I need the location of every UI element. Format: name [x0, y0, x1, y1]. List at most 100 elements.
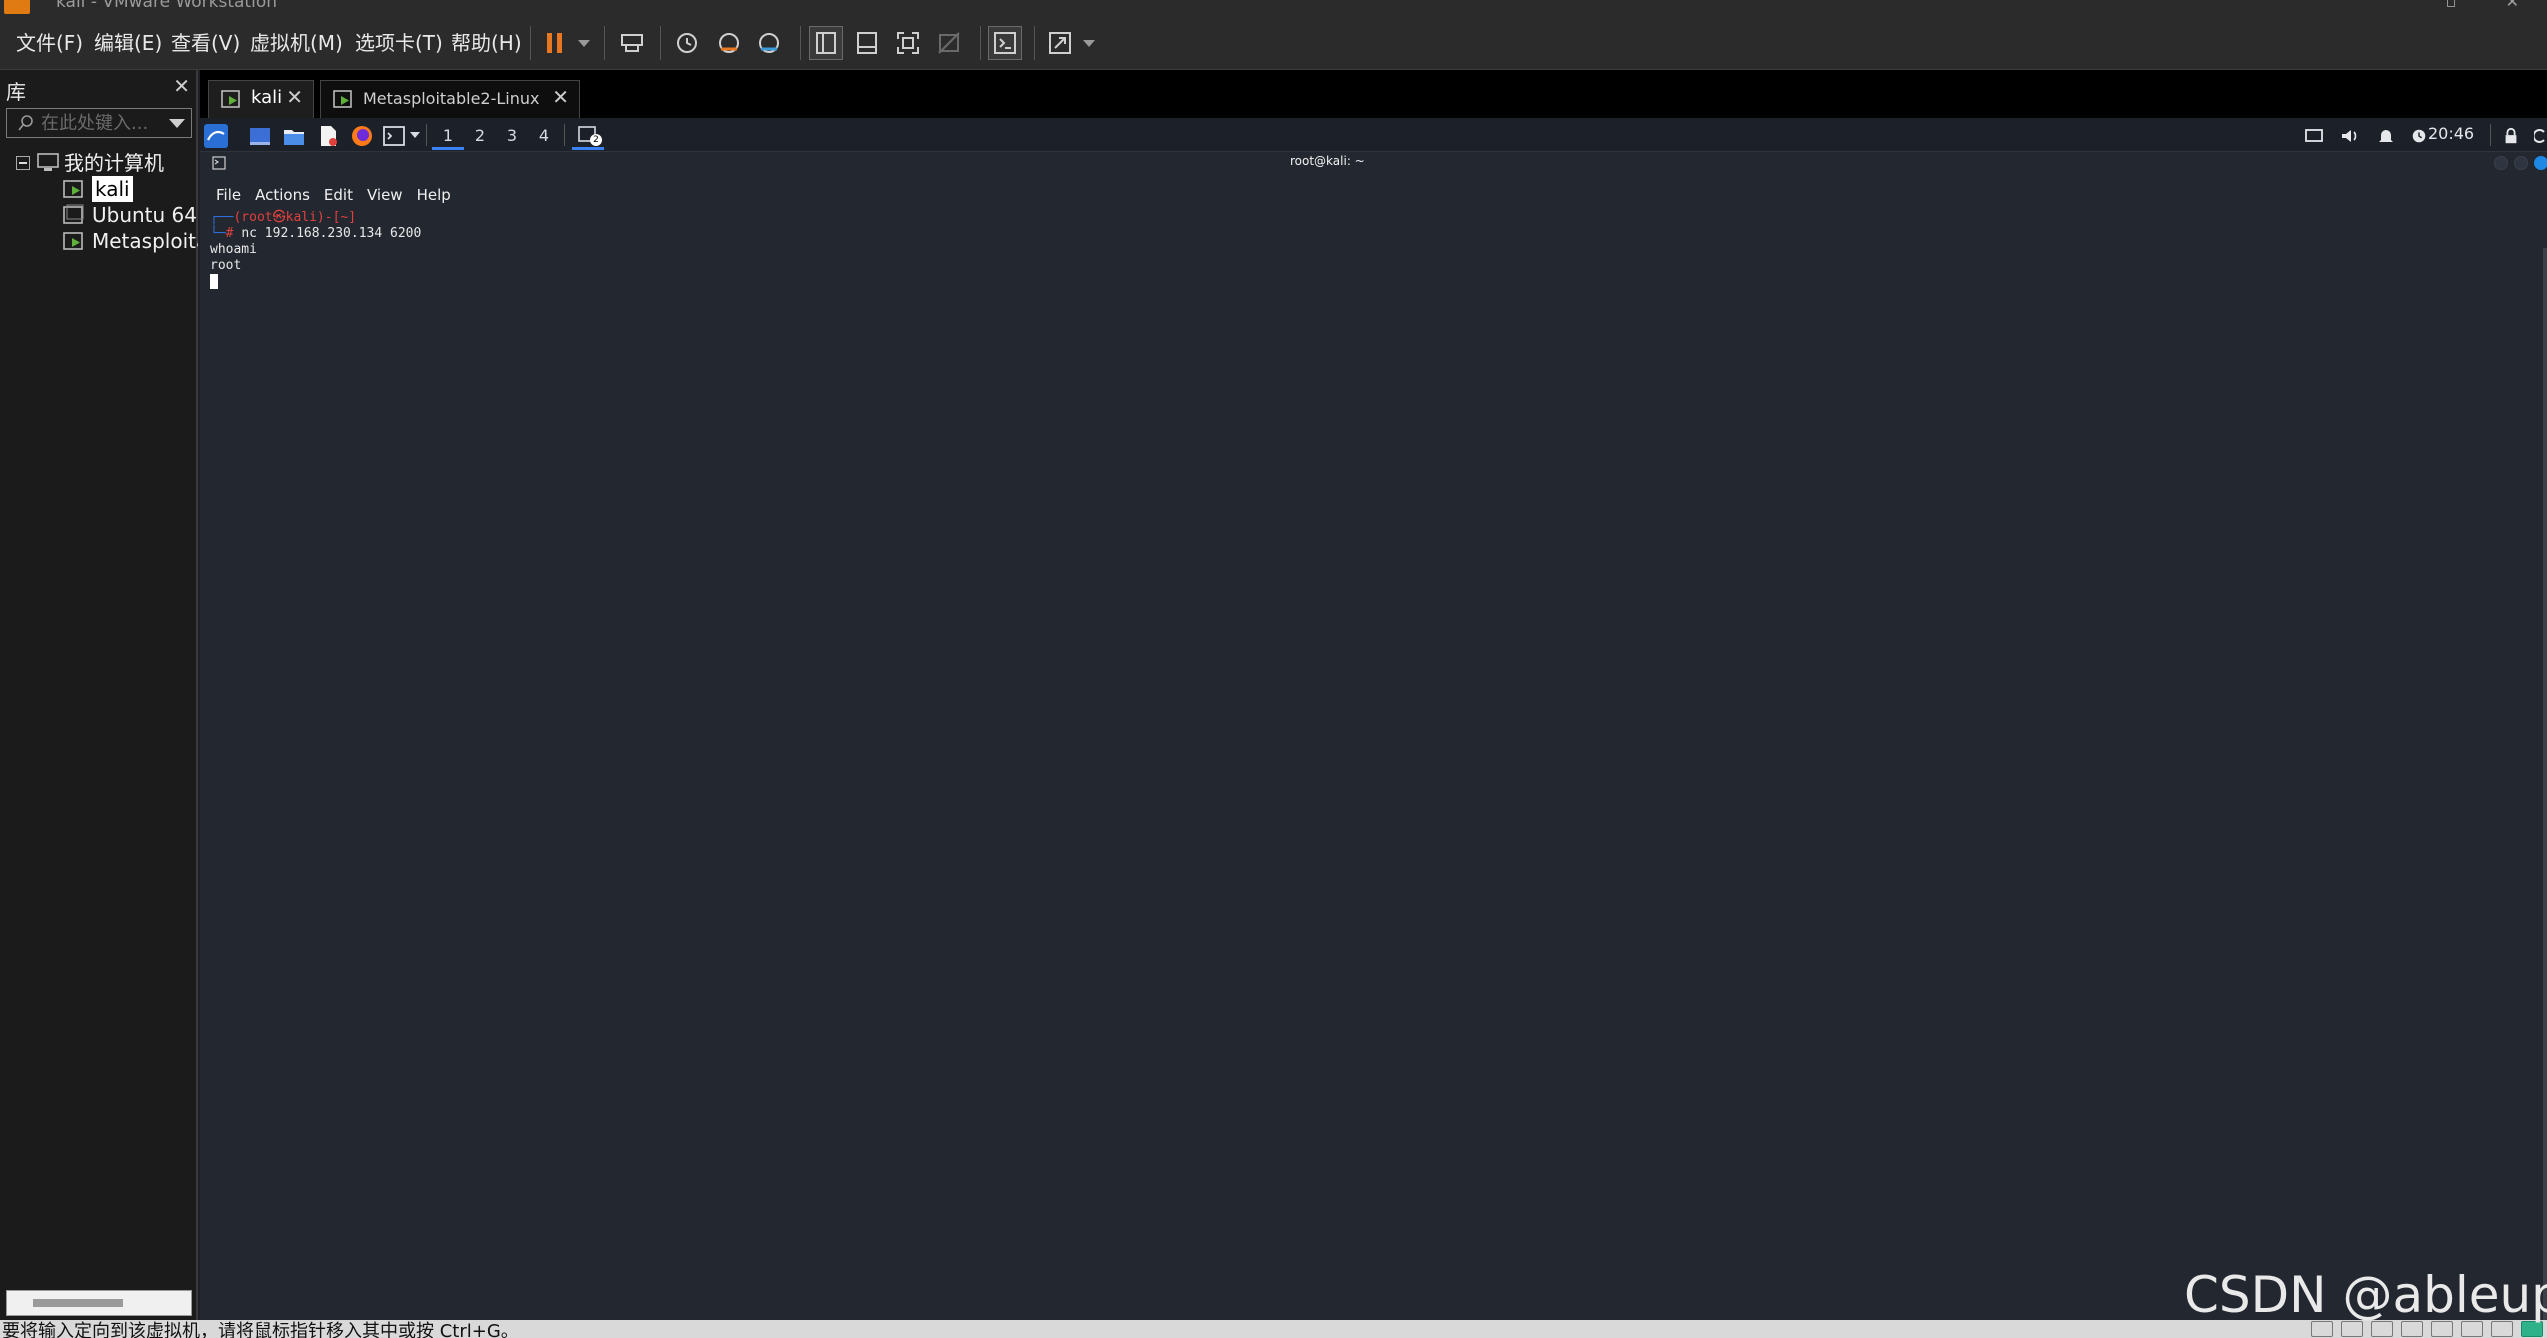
thumbnail-bar-button[interactable]: [850, 26, 884, 60]
workspace-1[interactable]: 1: [432, 122, 464, 150]
close-icon[interactable]: ✕: [552, 85, 569, 109]
lock-icon[interactable]: [2502, 124, 2520, 148]
chevron-down-icon[interactable]: [410, 132, 420, 138]
console-view-button[interactable]: [988, 26, 1022, 60]
toolbar-separator: [980, 26, 981, 60]
terminal-menu-view[interactable]: View: [367, 186, 403, 204]
workspace-3[interactable]: 3: [496, 122, 528, 150]
tree-item-ubuntu[interactable]: Ubuntu 64: [0, 202, 198, 228]
terminal-menu-file[interactable]: File: [216, 186, 241, 204]
snapshot-button[interactable]: [670, 26, 704, 60]
taskbar-terminal-button[interactable]: 2: [572, 122, 604, 150]
snapshot-manager-button[interactable]: [752, 26, 786, 60]
stretch-guest-icon: [1049, 32, 1071, 54]
title-bar: kali - VMware Workstation ▫ ✕: [0, 0, 2547, 16]
tree-item-label: 我的计算机: [64, 151, 164, 175]
library-header: 库 ✕: [0, 70, 198, 106]
menu-view[interactable]: 查看(V): [171, 28, 240, 58]
stretch-dropdown-arrow[interactable]: [1083, 40, 1095, 47]
output-line: whoami: [210, 242, 257, 257]
tree-item-kali[interactable]: kali: [0, 176, 198, 202]
terminal-title: root@kali: ~: [1290, 154, 1365, 168]
close-button[interactable]: [2534, 156, 2547, 170]
menu-vm[interactable]: 虚拟机(M): [250, 28, 343, 58]
close-icon[interactable]: ✕: [173, 74, 190, 98]
vm-running-icon: [221, 90, 240, 108]
window-controls[interactable]: ▫ ✕: [2446, 0, 2541, 10]
clock-icon: [2412, 129, 2426, 143]
scrollbar-thumb[interactable]: [33, 1299, 123, 1307]
unity-icon: [938, 32, 960, 54]
pause-dropdown-arrow[interactable]: [578, 40, 590, 47]
notification-bell-icon[interactable]: [2376, 124, 2396, 148]
show-library-button[interactable]: [809, 26, 843, 60]
collapse-icon[interactable]: [16, 156, 30, 170]
prompt-line: ┌──(root㉿kali)-[~]: [210, 210, 421, 226]
screen-icon[interactable]: [2304, 124, 2324, 148]
tab-metasploitable2-linux[interactable]: Metasploitable2-Linux ✕: [320, 80, 580, 118]
volume-icon[interactable]: [2340, 124, 2360, 148]
library-title: 库: [6, 80, 26, 104]
menu-tabs[interactable]: 选项卡(T): [355, 28, 443, 58]
tree-item-metasploitable[interactable]: Metasploita: [0, 228, 198, 254]
power-icon[interactable]: [2534, 124, 2547, 148]
menu-file[interactable]: 文件(F): [16, 28, 83, 58]
close-icon[interactable]: ✕: [286, 85, 303, 109]
file-manager-icon[interactable]: [282, 124, 306, 148]
tree-item-label: Metasploita: [92, 229, 198, 253]
horizontal-scrollbar[interactable]: [6, 1290, 192, 1316]
snapshot-manager-icon: [759, 33, 779, 53]
terminal-menu-actions[interactable]: Actions: [255, 186, 310, 204]
vm-running-icon: [333, 90, 352, 108]
library-search[interactable]: [6, 108, 192, 138]
terminal-menu-edit[interactable]: Edit: [324, 186, 353, 204]
terminal-icon[interactable]: [382, 124, 406, 148]
stretch-guest-button[interactable]: [1043, 26, 1077, 60]
terminal-window[interactable]: root@kali: ~ File Actions Edit View Help ┌──…: [200, 152, 2547, 1320]
terminal-title-bar: root@kali: ~: [200, 152, 2547, 172]
guest-display[interactable]: 1 2 3 4 2 20:46 root@kali: ~ File Action…: [200, 118, 2547, 1320]
status-text: 要将输入定向到该虚拟机，请将鼠标指针移入其中或按 Ctrl+G。: [2, 1321, 519, 1338]
status-bar: 要将输入定向到该虚拟机，请将鼠标指针移入其中或按 Ctrl+G。: [0, 1320, 2547, 1338]
text-editor-icon[interactable]: [316, 124, 340, 148]
tree-item-label: kali: [92, 176, 133, 202]
firefox-icon[interactable]: [350, 124, 374, 148]
vm-running-icon: [63, 232, 83, 250]
terminal-icon: [212, 156, 226, 170]
command-text: nc 192.168.230.134 6200: [241, 226, 422, 241]
tree-item-my-computer[interactable]: 我的计算机: [0, 150, 198, 176]
tab-kali[interactable]: kali ✕: [208, 80, 314, 118]
kali-menu-icon[interactable]: [204, 124, 228, 148]
unity-button[interactable]: [932, 26, 966, 60]
pause-button[interactable]: [538, 26, 572, 60]
revert-snapshot-icon: [719, 33, 739, 53]
workspace-2[interactable]: 2: [464, 122, 496, 150]
minimize-button[interactable]: [2494, 156, 2508, 170]
menu-edit[interactable]: 编辑(E): [94, 28, 162, 58]
toolbar-separator: [660, 26, 661, 60]
command-prefix: └─: [210, 226, 226, 241]
command-line: └─# nc 192.168.230.134 6200: [210, 226, 421, 242]
tab-label: kali: [251, 87, 283, 108]
menu-help[interactable]: 帮助(H): [451, 28, 522, 58]
window-title: kali - VMware Workstation: [56, 0, 277, 12]
terminal-scrollbar[interactable]: [2543, 248, 2547, 1320]
prompt-symbol: #: [225, 226, 234, 241]
show-desktop-icon[interactable]: [248, 124, 272, 148]
output-line: root: [210, 258, 242, 273]
revert-snapshot-button[interactable]: [712, 26, 746, 60]
vm-running-icon: [63, 180, 83, 198]
search-input[interactable]: [41, 111, 161, 135]
window-count-badge: 2: [590, 134, 602, 146]
clock-label[interactable]: 20:46: [2428, 124, 2474, 143]
terminal-output[interactable]: ┌──(root㉿kali)-[~] └─# nc 192.168.230.13…: [210, 210, 421, 292]
maximize-button[interactable]: [2514, 156, 2528, 170]
workspace-4[interactable]: 4: [528, 122, 560, 150]
terminal-menu-help[interactable]: Help: [417, 186, 451, 204]
chevron-down-icon[interactable]: [169, 119, 185, 128]
full-screen-button[interactable]: [891, 26, 925, 60]
send-ctrl-alt-del-button[interactable]: [615, 26, 649, 60]
menu-toolbar: 文件(F) 编辑(E) 查看(V) 虚拟机(M) 选项卡(T) 帮助(H): [0, 16, 2547, 70]
kali-top-panel: 1 2 3 4 2 20:46: [200, 118, 2547, 152]
toolbar-separator: [800, 26, 801, 60]
